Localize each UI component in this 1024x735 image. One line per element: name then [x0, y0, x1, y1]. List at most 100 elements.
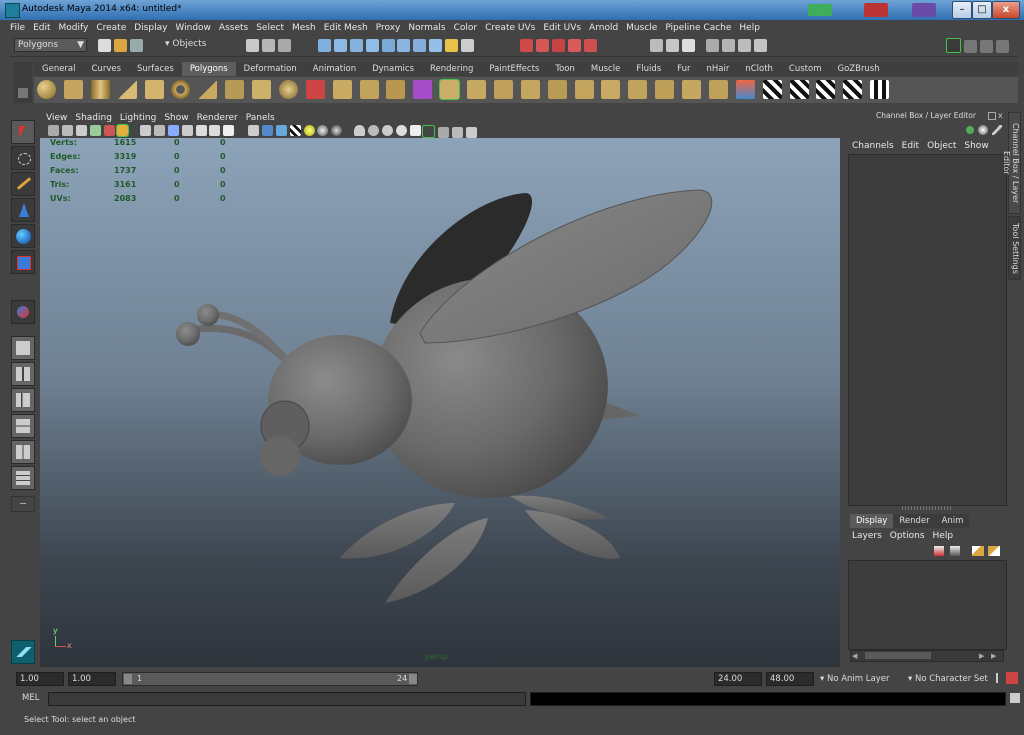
render-current-icon[interactable] [721, 39, 735, 52]
toolbox-options-button[interactable] [11, 496, 35, 512]
snap-to-curve-icon[interactable] [535, 39, 549, 52]
hierarchy-mode-icon[interactable] [246, 39, 259, 52]
end-time-field[interactable]: 48.00 [766, 672, 814, 686]
menu-set-dropdown[interactable]: Polygons ▼ [14, 38, 87, 52]
extrude-icon[interactable] [439, 79, 461, 100]
spherical-mapping-icon[interactable] [816, 80, 836, 99]
separate-icon[interactable] [332, 80, 352, 99]
menu-proxy[interactable]: Proxy [372, 21, 405, 36]
layer-tab-display[interactable]: Display [850, 514, 894, 528]
menu-normals[interactable]: Normals [404, 21, 449, 36]
shelf-tab-fluids[interactable]: Fluids [628, 62, 669, 76]
menu-create[interactable]: Create [92, 21, 130, 36]
select-surfaces-icon[interactable] [365, 39, 379, 52]
snap-to-plane-icon[interactable] [567, 39, 581, 52]
channel-menu-object[interactable]: Object [923, 139, 960, 154]
x-ray-icon[interactable] [395, 125, 407, 136]
extract-icon[interactable] [359, 80, 379, 99]
image-plane-icon[interactable] [89, 125, 101, 136]
wireframe-on-shaded-icon[interactable] [275, 125, 287, 136]
scale-tool-button[interactable] [11, 250, 35, 274]
render-settings-icon[interactable] [753, 39, 767, 52]
four-view-layout-button[interactable] [11, 362, 35, 386]
film-gate-icon[interactable] [153, 125, 165, 136]
shelf-tab-ncloth[interactable]: nCloth [737, 62, 781, 76]
menu-display[interactable]: Display [130, 21, 171, 36]
layer-tab-render[interactable]: Render [893, 514, 936, 528]
single-perspective-layout-button[interactable] [11, 336, 35, 360]
menu-help[interactable]: Help [735, 21, 764, 36]
command-input[interactable] [48, 692, 526, 706]
split-polygon-icon[interactable] [520, 80, 540, 99]
wedge-icon[interactable] [655, 80, 675, 99]
wireframe-icon[interactable] [248, 125, 259, 136]
menu-color[interactable]: Color [450, 21, 482, 36]
float-icon[interactable] [988, 112, 996, 120]
shelf-tab-gozbrush[interactable]: GoZBrush [830, 62, 888, 76]
minimize-button[interactable]: – [952, 1, 972, 19]
persp-graph-layout-button[interactable] [11, 414, 35, 438]
menu-window[interactable]: Window [171, 21, 215, 36]
viewport-2-icon[interactable] [451, 127, 463, 138]
append-polygon-icon[interactable] [493, 80, 513, 99]
bookmarks-icon[interactable] [75, 125, 87, 136]
new-layer-icon[interactable] [934, 546, 944, 556]
channel-menu-channels[interactable]: Channels [846, 139, 898, 154]
shadows-icon[interactable] [317, 125, 329, 136]
menu-select[interactable]: Select [252, 21, 288, 36]
select-handles-icon[interactable] [318, 39, 331, 52]
move-tool-button[interactable] [11, 198, 35, 222]
persp-outliner-layout-button[interactable] [11, 388, 35, 412]
playback-start-field[interactable]: 1.00 [68, 672, 116, 686]
smooth-icon[interactable] [386, 80, 406, 99]
poly-prism-icon[interactable] [198, 80, 218, 99]
gate-mask-icon[interactable] [181, 125, 193, 136]
layer-menu-options[interactable]: Options [886, 529, 929, 544]
shelf-tab-rendering[interactable]: Rendering [422, 62, 481, 76]
shelf-menu-handle[interactable] [14, 62, 32, 103]
select-joints-icon[interactable] [333, 39, 347, 52]
scroll-right-icon[interactable]: ▶ [979, 652, 984, 660]
shelf-tab-toon[interactable]: Toon [547, 62, 583, 76]
shelf-tab-nhair[interactable]: nHair [698, 62, 737, 76]
channel-box-area[interactable] [848, 154, 1007, 506]
depth-of-field-icon[interactable] [381, 125, 393, 136]
range-slider-handle-right[interactable] [409, 674, 417, 684]
menu-mesh[interactable]: Mesh [288, 21, 320, 36]
bevel-icon[interactable] [601, 80, 621, 99]
shelf-tab-deformation[interactable]: Deformation [236, 62, 305, 76]
reverse-normals-icon[interactable] [708, 80, 728, 99]
component-mode-icon[interactable] [277, 39, 291, 52]
save-scene-icon[interactable] [129, 39, 143, 52]
preferences-icon[interactable] [1006, 672, 1018, 684]
hud-icon[interactable] [437, 127, 449, 138]
shelf-menu-icon[interactable] [18, 88, 28, 98]
poly-helix-icon[interactable] [252, 80, 271, 99]
shelf-tab-dynamics[interactable]: Dynamics [364, 62, 422, 76]
cylindrical-mapping-icon[interactable] [789, 80, 809, 99]
select-deformations-icon[interactable] [381, 39, 395, 52]
construction-history-icon[interactable] [681, 39, 695, 52]
shelf-tab-curves[interactable]: Curves [84, 62, 130, 76]
scroll-right-end-icon[interactable]: ▶ [991, 652, 996, 660]
lasso-tool-button[interactable] [11, 146, 35, 170]
menu-edit-mesh[interactable]: Edit Mesh [320, 21, 372, 36]
merge-icon[interactable] [628, 80, 648, 99]
selection-mode-dropdown[interactable]: ▾ Objects [162, 38, 245, 50]
menu-file[interactable]: File [6, 21, 29, 36]
layer-up-icon[interactable] [972, 546, 984, 556]
menu-create-uvs[interactable]: Create UVs [481, 21, 539, 36]
motion-blur-icon[interactable] [354, 125, 365, 136]
isolate-select-icon[interactable] [422, 125, 435, 138]
rotate-tool-button[interactable] [11, 224, 35, 248]
poly-cube-icon[interactable] [63, 80, 83, 99]
bridge-icon[interactable] [467, 80, 486, 99]
poke-icon[interactable] [682, 80, 701, 99]
hypershade-layout-button[interactable] [11, 440, 35, 464]
select-rendering-icon[interactable] [413, 39, 427, 52]
select-dynamics-icon[interactable] [397, 39, 411, 52]
scroll-thumb[interactable] [865, 652, 931, 659]
planar-mapping-icon[interactable] [735, 80, 755, 99]
checker-texture-icon[interactable] [870, 80, 890, 99]
range-slider[interactable]: 1 24 [122, 672, 418, 686]
